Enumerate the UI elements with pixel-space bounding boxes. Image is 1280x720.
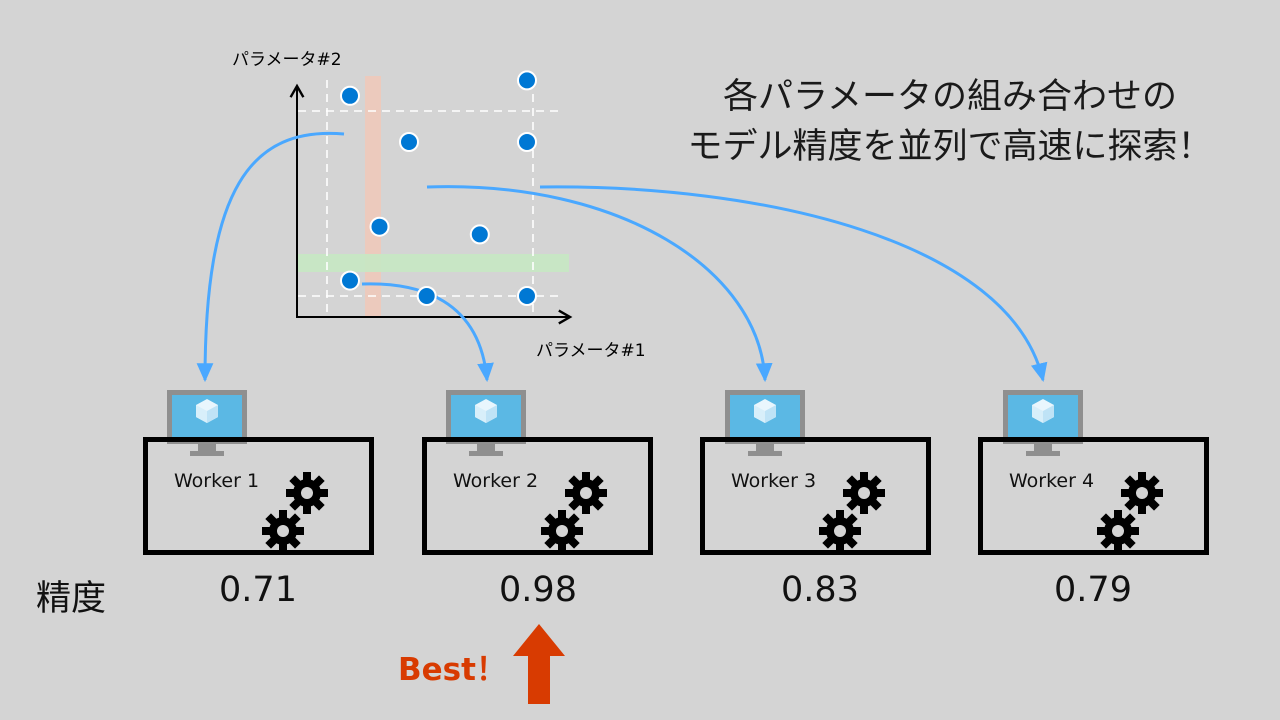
sample-point — [399, 132, 419, 152]
sample-point — [469, 224, 490, 245]
slide: パラメータ#2 パラメータ#1 各パラメータの組み合わせの モデル精度を並列で高… — [0, 0, 1280, 720]
sample-point — [517, 70, 537, 91]
dashed-grid — [298, 80, 562, 316]
worker-box-4: Worker 4 — [978, 437, 1209, 555]
accuracy-label: 精度 — [36, 579, 107, 619]
worker-box-3: Worker 3 — [700, 437, 931, 555]
headline-line-1: 各パラメータの組み合わせの — [723, 77, 1177, 117]
vertical-highlight-band — [365, 76, 381, 316]
sample-point — [517, 286, 537, 306]
gear-icon — [1097, 510, 1139, 552]
sample-point — [369, 216, 390, 237]
best-label: Best！ — [398, 652, 507, 688]
sample-point — [340, 85, 360, 106]
up-arrow-icon — [513, 624, 565, 704]
headline: 各パラメータの組み合わせの モデル精度を並列で高速に探索！ — [640, 72, 1260, 172]
gear-icon — [541, 510, 583, 552]
sample-point — [416, 286, 437, 306]
headline-line-2: モデル精度を並列で高速に探索！ — [687, 127, 1213, 167]
worker-2-score: 0.98 — [499, 570, 577, 610]
gear-icon — [262, 510, 304, 552]
worker-label: Worker 1 — [174, 470, 260, 492]
worker-label: Worker 3 — [731, 470, 817, 492]
horizontal-highlight-band — [298, 254, 569, 272]
gear-icon — [819, 510, 861, 552]
worker-box-1: Worker 1 — [143, 437, 374, 555]
worker-4-score: 0.79 — [1054, 570, 1132, 610]
worker-1-score: 0.71 — [219, 570, 297, 610]
x-axis-label: パラメータ#1 — [536, 341, 646, 361]
sample-point — [517, 132, 537, 152]
worker-label: Worker 2 — [453, 470, 539, 492]
worker-box-2: Worker 2 — [422, 437, 653, 555]
sample-point — [340, 270, 360, 291]
y-axis-label: パラメータ#2 — [232, 50, 342, 70]
worker-3-score: 0.83 — [781, 570, 859, 610]
worker-label: Worker 4 — [1009, 470, 1095, 492]
